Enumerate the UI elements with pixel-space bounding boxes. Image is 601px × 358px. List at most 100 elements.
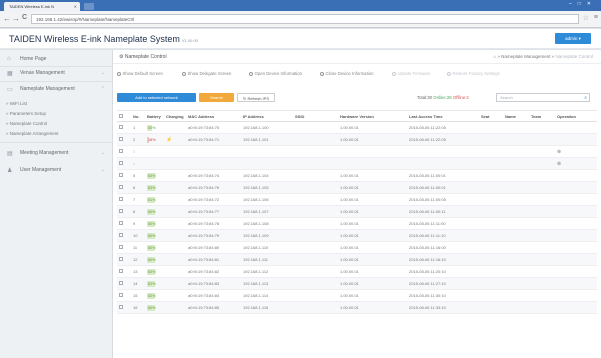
table-row[interactable]: 9 80% a0:f4:19:73:84:78 192.168.1.108 1.00.0… bbox=[117, 217, 597, 230]
add-to-network-button[interactable]: Add to selected network bbox=[117, 93, 196, 102]
table-row[interactable]: 8 80% a0:f4:19:73:84:77 192.168.1.107 1.00.0… bbox=[117, 205, 597, 218]
row-checkbox[interactable] bbox=[119, 185, 123, 189]
row-select[interactable] bbox=[117, 169, 131, 182]
row-select[interactable] bbox=[117, 301, 131, 314]
table-row[interactable]: 14 82% a0:f4:19:73:84:83 192.168.1.113 1.00.… bbox=[117, 277, 597, 290]
cell-ssid bbox=[293, 169, 338, 182]
page-title: ⚙ Nameplate Control bbox=[119, 54, 167, 60]
col-ip[interactable]: IP Address bbox=[241, 110, 293, 122]
sidebar-subitem-wifi[interactable]: » WiFi List bbox=[6, 101, 27, 106]
row-checkbox[interactable] bbox=[119, 173, 123, 177]
remove-icon[interactable]: ⊗ bbox=[557, 161, 561, 167]
row-checkbox[interactable] bbox=[119, 245, 123, 249]
table-row[interactable]: 7 81% a0:f4:19:73:84:72 192.168.1.106 1.00.0… bbox=[117, 193, 597, 206]
cell-ssid bbox=[293, 181, 338, 194]
battery-level: 80% bbox=[147, 244, 157, 251]
admin-menu-button[interactable]: admin ▾ bbox=[555, 33, 591, 44]
row-select[interactable] bbox=[117, 241, 131, 254]
option-close-device-info[interactable]: Close Device Information bbox=[320, 71, 374, 76]
sidebar-subitem-control[interactable]: » Nameplate Control bbox=[6, 121, 47, 126]
search-icon[interactable]: ⌕ bbox=[584, 94, 587, 102]
row-select[interactable] bbox=[117, 181, 131, 194]
search-button[interactable]: Search bbox=[199, 93, 234, 102]
col-charging[interactable]: Charging bbox=[164, 110, 186, 122]
table-row[interactable]: 15 82% a0:f4:19:73:84:84 192.168.1.114 1.00.… bbox=[117, 289, 597, 302]
select-all-checkbox[interactable] bbox=[119, 113, 123, 118]
new-tab-button[interactable] bbox=[84, 3, 94, 10]
remove-icon[interactable]: ⊗ bbox=[557, 149, 561, 155]
close-tab-icon[interactable]: ✕ bbox=[74, 2, 77, 11]
back-icon[interactable]: ← bbox=[3, 14, 11, 23]
row-select[interactable] bbox=[117, 145, 131, 158]
row-checkbox[interactable] bbox=[119, 137, 123, 141]
row-select[interactable] bbox=[117, 157, 131, 170]
row-checkbox[interactable] bbox=[119, 209, 123, 213]
cell-team bbox=[529, 205, 555, 218]
cell-name bbox=[503, 277, 529, 290]
reload-icon[interactable]: C bbox=[22, 14, 27, 21]
col-battery[interactable]: Battery bbox=[145, 110, 164, 122]
forward-icon[interactable]: → bbox=[12, 14, 20, 23]
url-input[interactable]: 192.168.1.42/ewisnp/#/Nameplate/Nameplat… bbox=[31, 14, 579, 24]
col-name[interactable]: Name bbox=[503, 110, 529, 122]
cell-ip: 192.168.1.110 bbox=[241, 241, 293, 254]
row-select[interactable] bbox=[117, 133, 131, 146]
col-select[interactable] bbox=[117, 110, 131, 122]
row-checkbox[interactable] bbox=[119, 161, 123, 165]
sidebar-subitem-parameters[interactable]: » Parameters Setup bbox=[6, 111, 46, 116]
option-show-default-screen[interactable]: Show Default Screen bbox=[117, 71, 163, 76]
row-checkbox[interactable] bbox=[119, 281, 123, 285]
sidebar-subitem-arrangement[interactable]: » Nameplate Arrangement bbox=[6, 131, 59, 136]
row-select[interactable] bbox=[117, 217, 131, 230]
row-select[interactable] bbox=[117, 289, 131, 302]
table-row[interactable]: 3 ⊗ bbox=[117, 145, 597, 158]
col-ssid[interactable]: SSID bbox=[293, 110, 338, 122]
cell-battery: 83% bbox=[145, 265, 164, 278]
row-checkbox[interactable] bbox=[119, 305, 123, 309]
row-checkbox[interactable] bbox=[119, 149, 123, 153]
browser-menu-icon[interactable]: ≡ bbox=[594, 14, 598, 21]
row-checkbox[interactable] bbox=[119, 293, 123, 297]
col-mac[interactable]: MAC Address bbox=[186, 110, 241, 122]
col-operation[interactable]: Operation bbox=[555, 110, 597, 122]
table-row[interactable]: 16 80% a0:f4:19:73:84:85 192.168.1.115 1.00.… bbox=[117, 301, 597, 314]
option-show-delegate-screen[interactable]: Show Delegate Screen bbox=[182, 71, 231, 76]
row-select[interactable] bbox=[117, 253, 131, 266]
row-checkbox[interactable] bbox=[119, 233, 123, 237]
window-controls[interactable]: –□✕ bbox=[569, 1, 597, 7]
row-select[interactable] bbox=[117, 265, 131, 278]
refresh-ips-button[interactable]: ↻ Refresh IPS bbox=[237, 93, 275, 102]
row-checkbox[interactable] bbox=[119, 257, 123, 261]
row-select[interactable] bbox=[117, 229, 131, 242]
cell-mac: a0:f4:19:73:84:81 bbox=[186, 253, 241, 266]
cell-hardware bbox=[338, 157, 407, 170]
table-row[interactable]: 12 80% a0:f4:19:73:84:81 192.168.1.111 1.00.… bbox=[117, 253, 597, 266]
table-row[interactable]: 6 83% a0:f4:19:73:84:76 192.168.1.105 1.00.0… bbox=[117, 181, 597, 194]
table-row[interactable]: 2 18% ⚡ a0:f4:19:73:84:71 192.168.1.101 1.00.… bbox=[117, 133, 597, 146]
table-row[interactable]: 1 50% a0:f4:19:73:84:75 192.168.1.100 1.00.0… bbox=[117, 121, 597, 134]
row-select[interactable] bbox=[117, 193, 131, 206]
row-select[interactable] bbox=[117, 121, 131, 134]
col-team[interactable]: Team bbox=[529, 110, 555, 122]
table-row[interactable]: 11 80% a0:f4:19:73:84:80 192.168.1.110 1.00.… bbox=[117, 241, 597, 254]
col-no[interactable]: No. bbox=[131, 110, 145, 122]
row-select[interactable] bbox=[117, 277, 131, 290]
row-checkbox[interactable] bbox=[119, 221, 123, 225]
row-select[interactable] bbox=[117, 205, 131, 218]
table-row[interactable]: 5 83% a0:f4:19:73:84:74 192.168.1.104 1.00.0… bbox=[117, 169, 597, 182]
table-row[interactable]: 13 83% a0:f4:19:73:84:82 192.168.1.112 1.00.… bbox=[117, 265, 597, 278]
table-row[interactable]: 10 80% a0:f4:19:73:84:79 192.168.1.109 1.00.… bbox=[117, 229, 597, 242]
search-input[interactable]: Search ⌕ bbox=[496, 93, 590, 102]
row-checkbox[interactable] bbox=[119, 269, 123, 273]
col-last-access[interactable]: Last Access Time bbox=[407, 110, 479, 122]
col-seat[interactable]: Seat bbox=[479, 110, 503, 122]
option-open-device-info[interactable]: Open Device Information bbox=[249, 71, 302, 76]
col-hardware[interactable]: Hardware Version bbox=[338, 110, 407, 122]
row-checkbox[interactable] bbox=[119, 197, 123, 201]
row-checkbox[interactable] bbox=[119, 125, 123, 129]
browser-tab[interactable]: TAIDEN Wireless E-ink N ✕ bbox=[4, 2, 80, 11]
breadcrumb-parent[interactable]: Nameplate Management bbox=[501, 54, 550, 59]
sidebar-subitem-label: Nameplate Arrangement bbox=[9, 131, 59, 136]
table-row[interactable]: 4 ⊗ bbox=[117, 157, 597, 170]
bookmark-star-icon[interactable]: ☆ bbox=[583, 14, 589, 22]
